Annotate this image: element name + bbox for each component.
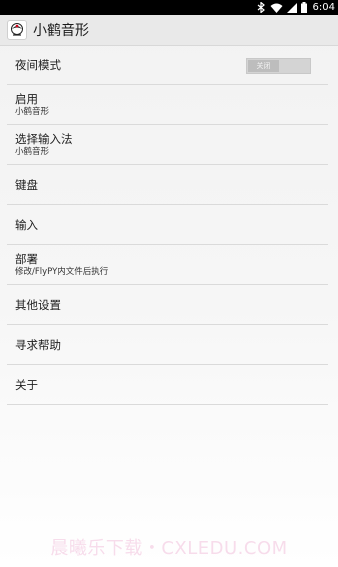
setting-title: 寻求帮助 (15, 337, 61, 352)
page-title: 小鹤音形 (33, 23, 89, 39)
setting-title: 启用 (15, 92, 38, 106)
setting-about[interactable]: 关于 (7, 366, 328, 405)
battery-icon (300, 2, 307, 13)
setting-help[interactable]: 寻求帮助 (7, 326, 328, 365)
status-bar: 6:04 (0, 0, 338, 15)
setting-summary: 小鹤音形 (15, 147, 50, 157)
setting-select-ime[interactable]: 选择输入法 小鹤音形 (7, 126, 328, 165)
setting-title: 其他设置 (15, 297, 61, 312)
action-bar: 小鹤音形 (0, 15, 338, 46)
setting-title: 选择输入法 (15, 132, 73, 146)
setting-summary: 小鹤音形 (15, 107, 50, 117)
setting-deploy[interactable]: 部署 修改/FlyPY内文件后执行 (7, 246, 328, 285)
crane-app-icon[interactable] (7, 20, 27, 40)
setting-input[interactable]: 输入 (7, 206, 328, 245)
setting-summary: 修改/FlyPY内文件后执行 (15, 267, 109, 277)
setting-enable[interactable]: 启用 小鹤音形 (7, 86, 328, 125)
watermark: 晨曦乐下载・CXLEDU.COM (50, 538, 288, 559)
setting-title: 键盘 (15, 177, 38, 192)
night-mode-toggle[interactable]: 关闭 (246, 58, 311, 74)
settings-list: 夜间模式 关闭 启用 小鹤音形 选择输入法 小鹤音形 键盘 输入 部署 修改/F… (7, 46, 328, 406)
setting-title: 关于 (15, 377, 38, 392)
status-clock: 6:04 (312, 2, 335, 13)
setting-other[interactable]: 其他设置 (7, 286, 328, 325)
wifi-icon (270, 3, 283, 13)
setting-keyboard[interactable]: 键盘 (7, 166, 328, 205)
setting-title: 部署 (15, 252, 38, 266)
signal-icon (286, 2, 297, 13)
setting-night-mode[interactable]: 夜间模式 关闭 (7, 46, 328, 85)
bluetooth-icon (257, 2, 266, 13)
setting-title: 输入 (15, 217, 38, 232)
toggle-off-label: 关闭 (248, 60, 279, 72)
